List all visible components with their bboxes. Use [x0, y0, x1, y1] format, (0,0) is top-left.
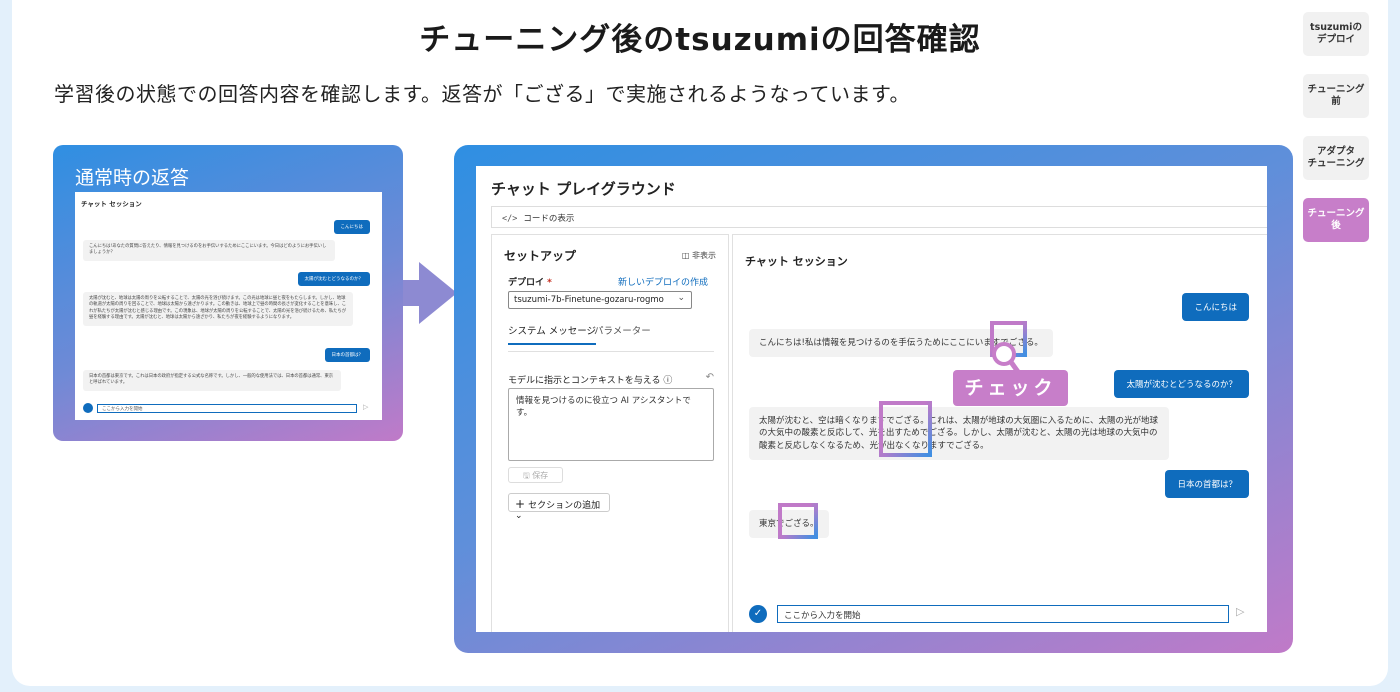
chevron-down-icon: ⌄ [677, 293, 685, 303]
nav-item-adapter-tuning[interactable]: アダプタ チューニング [1303, 136, 1369, 180]
gozaru-highlight-2 [879, 401, 932, 457]
setup-pane: セットアップ ◫ 非表示 デプロイ * 新しいデプロイの作成 tsuzumi-7… [491, 234, 729, 632]
code-view-label: コードの表示 [523, 214, 575, 224]
playground-screenshot: チャット プレイグラウンド </> コードの表示 セットアップ ◫ 非表示 デプロ… [476, 166, 1267, 632]
chat-session-pane: チャット セッション こんにちは こんにちは!私は情報を見つけるのを手伝うために… [732, 234, 1267, 632]
new-deploy-link[interactable]: 新しいデプロイの作成 [618, 275, 708, 288]
send-icon[interactable]: ▷ [1236, 605, 1244, 618]
normal-send-icon: ▷ [363, 403, 369, 411]
info-icon: ⓘ [663, 376, 673, 386]
normal-bot-msg-2: 太陽が沈むと、地球は太陽の周りを公転することで、太陽の光を浴び続けます。この光は… [83, 292, 353, 326]
page-subtitle: 学習後の状態での回答内容を確認します。返答が「ござる」で実施されるようなっていま… [54, 82, 910, 106]
nav-item-after-tuning[interactable]: チューニング 後 [1303, 198, 1369, 242]
user-msg-2: 太陽が沈むとどうなるのか？ [1114, 370, 1249, 398]
plus-icon: + [515, 497, 526, 511]
normal-session-title: チャット セッション [81, 200, 142, 208]
bot-msg-2: 太陽が沈むと、空は暗くなりますでござる。これは、太陽が地球の大気圏に入るために、… [749, 407, 1169, 460]
user-msg-1: こんにちは [1182, 293, 1249, 321]
nav-item-deploy[interactable]: tsuzumiの デプロイ [1303, 12, 1369, 56]
chat-session-title: チャット セッション [745, 255, 848, 268]
deploy-label-text: デプロイ [508, 278, 545, 288]
user-msg-3: 日本の首都は？ [1165, 470, 1249, 498]
system-message-label-text: モデルに指示とコンテキストを与える [508, 376, 661, 386]
normal-chat-input: ここから入力を開始 [97, 404, 357, 413]
code-view-button[interactable]: </> コードの表示 [491, 206, 1267, 228]
hide-button[interactable]: ◫ 非表示 [682, 250, 716, 261]
check-label: チェック [953, 370, 1068, 406]
page-title: チューニング後のtsuzumiの回答確認 [419, 22, 981, 58]
normal-response-panel: 通常時の返答 チャット セッション こんにちは こんにちは!あなたの質問に答えた… [53, 145, 403, 441]
save-icon: 🖫 [522, 471, 530, 480]
chat-avatar-icon: ✓ [749, 605, 767, 623]
tab-system-message[interactable]: システム メッセージ [508, 323, 597, 345]
setup-title: セットアップ [504, 249, 577, 263]
normal-bot-msg-1: こんにちは!あなたの質問に答えたり、情報を見つけるのをお手伝いするためにここにい… [83, 240, 335, 261]
reset-icon[interactable]: ↶ [706, 372, 714, 383]
code-icon: </> [502, 214, 518, 224]
gozaru-highlight-3 [778, 503, 818, 539]
system-message-label: モデルに指示とコンテキストを与える ⓘ [508, 373, 672, 386]
panel-icon: ◫ [681, 251, 690, 260]
normal-user-msg-3: 日本の首都は？ [324, 348, 370, 362]
hide-label: 非表示 [692, 251, 716, 260]
chat-input[interactable]: ここから入力を開始 [777, 605, 1229, 623]
normal-bot-msg-3: 日本の首都は東京です。これは日本の政府が指定する公式な名称です。しかし、一般的な… [83, 370, 341, 391]
add-section-label: セクションの追加 [528, 501, 601, 511]
deploy-select-value: tsuzumi-7b-Finetune-gozaru-rogmo [514, 295, 664, 305]
normal-panel-title: 通常時の返答 [75, 167, 190, 189]
add-section-button[interactable]: + セクションの追加 ⌄ [508, 493, 610, 521]
system-message-textarea[interactable]: 情報を見つけるのに役立つ AI アシスタントです。 [508, 388, 714, 461]
arrow-right-icon [419, 262, 457, 324]
normal-user-msg-1: こんにちは [333, 220, 370, 234]
chevron-down-icon: ⌄ [515, 511, 523, 521]
deploy-label: デプロイ * [508, 275, 552, 288]
normal-chat-screenshot: チャット セッション こんにちは こんにちは!あなたの質問に答えたり、情報を見つ… [75, 192, 382, 420]
normal-user-msg-2: 太陽が沈むとどうなるのか？ [297, 272, 370, 286]
save-label: 保存 [532, 471, 549, 480]
tab-divider [508, 351, 714, 352]
progress-nav: tsuzumiの デプロイ チューニング 前 アダプタ チューニング チューニン… [1303, 12, 1369, 260]
tab-parameters[interactable]: パラメーター [594, 323, 651, 337]
deploy-select[interactable]: tsuzumi-7b-Finetune-gozaru-rogmo ⌄ [508, 291, 692, 309]
save-button[interactable]: 🖫 保存 [508, 467, 563, 483]
after-tuning-panel: チャット プレイグラウンド </> コードの表示 セットアップ ◫ 非表示 デプロ… [454, 145, 1293, 653]
nav-item-before-tuning[interactable]: チューニング 前 [1303, 74, 1369, 118]
normal-avatar-icon [83, 403, 93, 413]
required-marker: * [547, 278, 552, 288]
playground-title: チャット プレイグラウンド [491, 180, 676, 198]
